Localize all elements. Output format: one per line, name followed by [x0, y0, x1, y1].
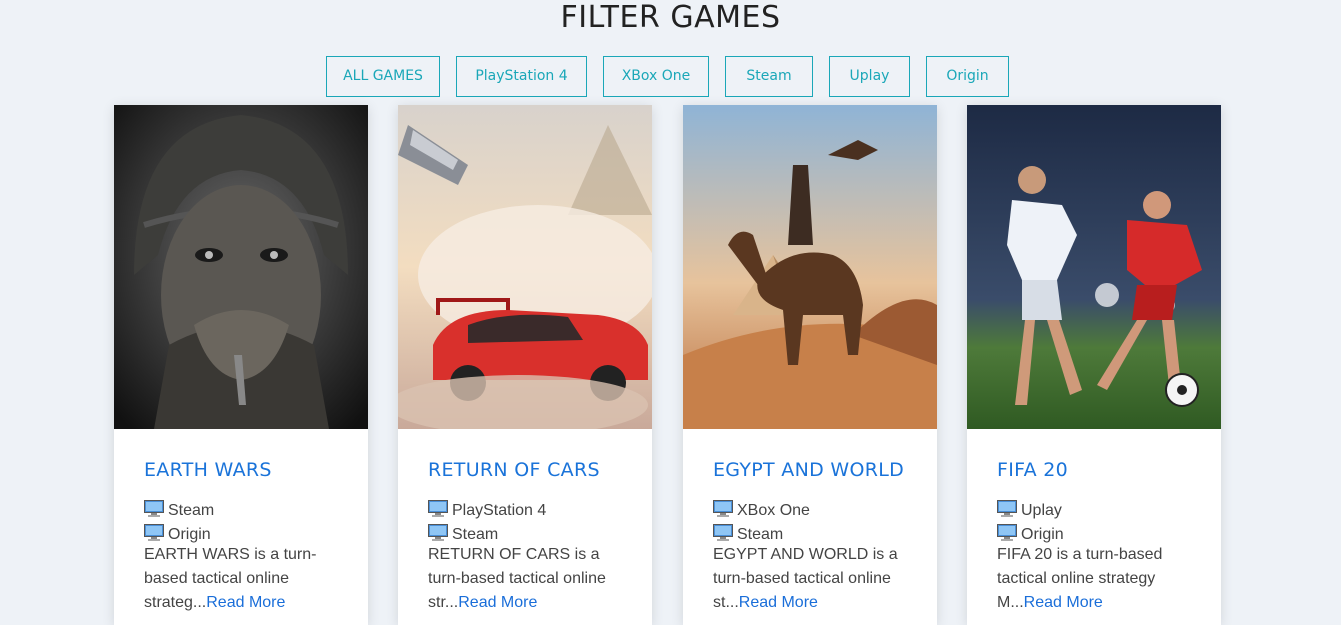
filter-playstation4-button[interactable]: PlayStation 4: [456, 56, 587, 97]
game-description: EGYPT AND WORLD is a turn-based tactical…: [713, 543, 903, 615]
game-card: EARTH WARS Steam Origin EARTH WARS is a …: [114, 105, 368, 625]
computer-icon: [997, 500, 1017, 517]
filter-xbox-one-button[interactable]: XBox One: [603, 56, 709, 97]
platform-label: Steam: [168, 502, 215, 519]
read-more-link[interactable]: Read More: [1024, 594, 1103, 611]
game-card: FIFA 20 Uplay Origin FIFA 20 is a turn-b…: [967, 105, 1221, 625]
computer-icon: [997, 524, 1017, 541]
platform-row: PlayStation 4: [428, 499, 546, 523]
game-title[interactable]: FIFA 20: [997, 459, 1068, 481]
filter-all-games-button[interactable]: ALL GAMES: [326, 56, 440, 97]
game-card: RETURN OF CARS PlayStation 4 Steam RETUR…: [398, 105, 652, 625]
computer-icon: [144, 500, 164, 517]
filter-origin-button[interactable]: Origin: [926, 56, 1009, 97]
game-cover-image[interactable]: [683, 105, 937, 429]
game-cover-image[interactable]: [967, 105, 1221, 429]
platform-row: Uplay: [997, 499, 1062, 523]
game-description: RETURN OF CARS is a turn-based tactical …: [428, 543, 618, 615]
computer-icon: [713, 500, 733, 517]
platform-label: PlayStation 4: [452, 502, 547, 519]
platform-label: Origin: [1021, 526, 1064, 543]
read-more-link[interactable]: Read More: [458, 594, 537, 611]
computer-icon: [713, 524, 733, 541]
platform-row: Steam: [144, 499, 214, 523]
computer-icon: [428, 500, 448, 517]
read-more-link[interactable]: Read More: [739, 594, 818, 611]
page-title: FILTER GAMES: [560, 0, 781, 35]
read-more-link[interactable]: Read More: [206, 594, 285, 611]
platform-label: Steam: [452, 526, 499, 543]
game-description: EARTH WARS is a turn-based tactical onli…: [144, 543, 334, 615]
game-title[interactable]: EGYPT AND WORLD: [713, 459, 904, 481]
platform-row: XBox One: [713, 499, 810, 523]
game-title[interactable]: EARTH WARS: [144, 459, 272, 481]
game-cover-image[interactable]: [398, 105, 652, 429]
computer-icon: [144, 524, 164, 541]
filter-uplay-button[interactable]: Uplay: [829, 56, 910, 97]
game-title[interactable]: RETURN OF CARS: [428, 459, 600, 481]
platform-label: Steam: [737, 526, 784, 543]
platform-label: XBox One: [737, 502, 810, 519]
computer-icon: [428, 524, 448, 541]
filter-steam-button[interactable]: Steam: [725, 56, 813, 97]
game-cover-image[interactable]: [114, 105, 368, 429]
platform-label: Uplay: [1021, 502, 1062, 519]
game-card: EGYPT AND WORLD XBox One Steam EGYPT AND…: [683, 105, 937, 625]
platform-label: Origin: [168, 526, 211, 543]
game-description: FIFA 20 is a turn-based tactical online …: [997, 543, 1187, 615]
